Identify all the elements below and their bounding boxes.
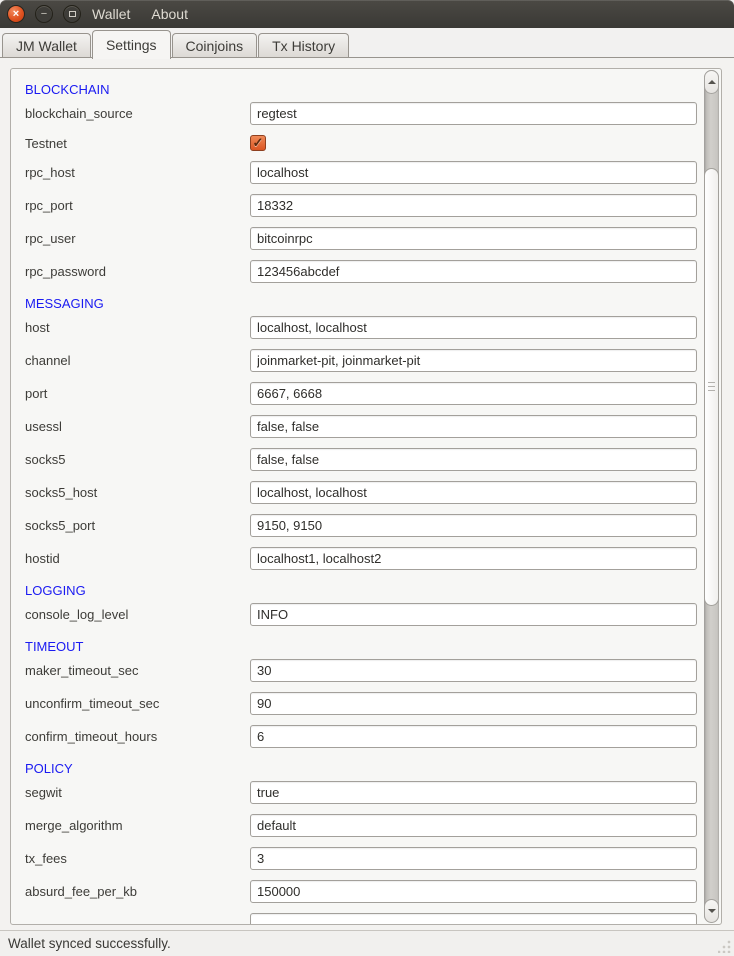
section-header-logging: LOGGING (25, 583, 86, 598)
field-input-merge-algorithm[interactable] (250, 814, 697, 837)
scroll-down-icon (708, 909, 716, 913)
settings-pane: BLOCKCHAIN blockchain_source Testnet ✓ rpc_h… (0, 58, 734, 930)
tab-settings[interactable]: Settings (92, 30, 171, 59)
field-label-merge-algorithm: merge_algorithm (25, 818, 123, 833)
field-label-tx-fees: tx_fees (25, 851, 67, 866)
section-header-policy: POLICY (25, 761, 73, 776)
field-label-rpc-port: rpc_port (25, 198, 73, 213)
field-label-unconfirm-timeout-sec: unconfirm_timeout_sec (25, 696, 159, 711)
field-label-port: port (25, 386, 47, 401)
field-input-socks5-host[interactable] (250, 481, 697, 504)
checkbox-testnet[interactable]: ✓ (250, 135, 266, 151)
field-label-console-log-level: console_log_level (25, 607, 128, 622)
field-label-socks5-port: socks5_port (25, 518, 95, 533)
close-button[interactable]: × (7, 5, 25, 23)
maximize-icon (69, 11, 76, 17)
settings-scroll-area: BLOCKCHAIN blockchain_source Testnet ✓ rpc_h… (10, 68, 722, 925)
field-label-host: host (25, 320, 50, 335)
field-input-rpc-host[interactable] (250, 161, 697, 184)
field-input-console-log-level[interactable] (250, 603, 697, 626)
field-label-blockchain-source: blockchain_source (25, 106, 133, 121)
close-icon: × (13, 9, 19, 20)
minimize-icon: − (41, 9, 47, 20)
status-bar: Wallet synced successfully. (0, 930, 734, 956)
field-label-socks5-host: socks5_host (25, 485, 97, 500)
field-input-rpc-password[interactable] (250, 260, 697, 283)
field-label-rpc-host: rpc_host (25, 165, 75, 180)
scroll-down-button[interactable] (704, 899, 719, 923)
field-label-socks5: socks5 (25, 452, 65, 467)
field-input-port[interactable] (250, 382, 697, 405)
field-input-maker-timeout-sec[interactable] (250, 659, 697, 682)
field-label-maker-timeout-sec: maker_timeout_sec (25, 663, 138, 678)
section-header-blockchain: BLOCKCHAIN (25, 82, 110, 97)
section-header-timeout: TIMEOUT (25, 639, 84, 654)
field-input-channel[interactable] (250, 349, 697, 372)
tab-bar: JM Wallet Settings Coinjoins Tx History (0, 28, 734, 58)
field-input-field[interactable] (250, 913, 697, 924)
field-input-absurd-fee-per-kb[interactable] (250, 880, 697, 903)
scroll-up-icon (708, 80, 716, 84)
scroll-up-button[interactable] (704, 70, 719, 94)
field-label-hostid: hostid (25, 551, 60, 566)
titlebar: × − Wallet About (0, 0, 734, 28)
field-input-rpc-user[interactable] (250, 227, 697, 250)
window-controls: × − (0, 5, 81, 23)
field-input-socks5[interactable] (250, 448, 697, 471)
field-input-rpc-port[interactable] (250, 194, 697, 217)
field-label-segwit: segwit (25, 785, 62, 800)
menu-wallet[interactable]: Wallet (92, 6, 130, 22)
field-label-testnet: Testnet (25, 136, 67, 151)
tab-tx-history[interactable]: Tx History (258, 33, 349, 58)
scrollbar-thumb[interactable] (704, 168, 719, 606)
minimize-button[interactable]: − (35, 5, 53, 23)
vertical-scrollbar[interactable] (704, 70, 719, 923)
field-input-tx-fees[interactable] (250, 847, 697, 870)
check-icon: ✓ (253, 135, 264, 151)
field-label-rpc-password: rpc_password (25, 264, 106, 279)
field-input-socks5-port[interactable] (250, 514, 697, 537)
menubar: Wallet About (92, 6, 188, 22)
menu-about[interactable]: About (151, 6, 188, 22)
settings-form: BLOCKCHAIN blockchain_source Testnet ✓ rpc_h… (11, 69, 702, 924)
field-label-rpc-user: rpc_user (25, 231, 76, 246)
app-window: × − Wallet About JM Wallet Settings Coin… (0, 0, 734, 956)
scrollbar-grip-icon (708, 382, 715, 392)
field-label-usessl: usessl (25, 419, 62, 434)
status-message: Wallet synced successfully. (8, 936, 171, 951)
field-label-confirm-timeout-hours: confirm_timeout_hours (25, 729, 157, 744)
tab-coinjoins[interactable]: Coinjoins (172, 33, 258, 58)
field-input-usessl[interactable] (250, 415, 697, 438)
field-input-blockchain-source[interactable] (250, 102, 697, 125)
field-input-host[interactable] (250, 316, 697, 339)
field-label-absurd-fee-per-kb: absurd_fee_per_kb (25, 884, 137, 899)
resize-grip-icon[interactable] (718, 940, 731, 953)
field-input-segwit[interactable] (250, 781, 697, 804)
field-input-confirm-timeout-hours[interactable] (250, 725, 697, 748)
field-input-unconfirm-timeout-sec[interactable] (250, 692, 697, 715)
section-header-messaging: MESSAGING (25, 296, 104, 311)
tab-jm-wallet[interactable]: JM Wallet (2, 33, 91, 58)
maximize-button[interactable] (63, 5, 81, 23)
field-label-channel: channel (25, 353, 71, 368)
field-input-hostid[interactable] (250, 547, 697, 570)
